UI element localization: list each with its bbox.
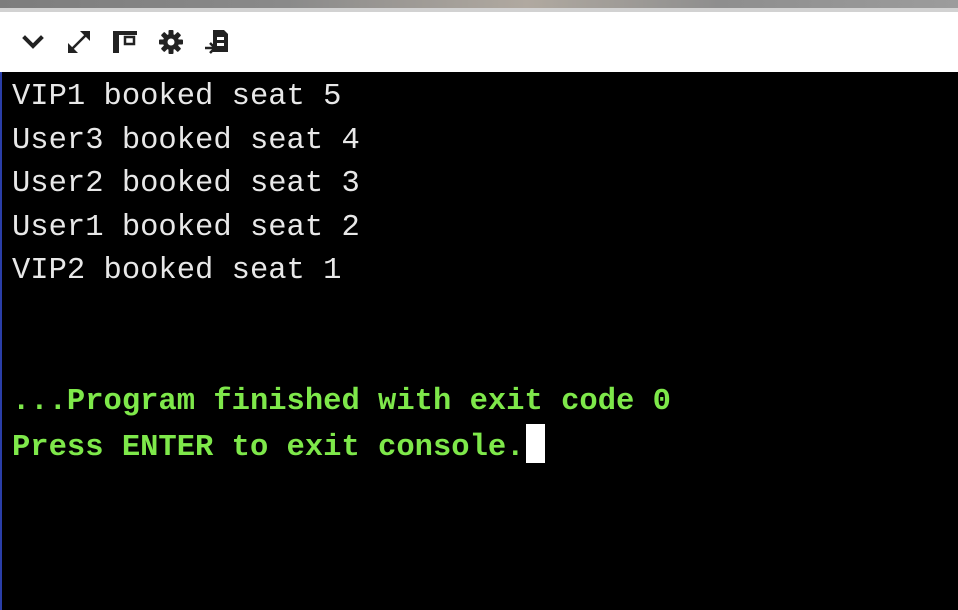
window-top-strip	[0, 0, 958, 12]
layout-toggle-button[interactable]	[109, 26, 141, 58]
output-line: User2 booked seat 3	[12, 167, 360, 201]
file-input-icon	[205, 30, 228, 54]
chevron-down-icon	[22, 35, 44, 49]
console-toolbar	[0, 12, 958, 72]
output-line: VIP2 booked seat 1	[12, 254, 342, 288]
console-output-panel[interactable]: VIP1 booked seat 5 User3 booked seat 4 U…	[0, 72, 958, 610]
expand-console-button[interactable]	[63, 26, 95, 58]
output-line: User3 booked seat 4	[12, 123, 360, 158]
exit-code-message: ...Program finished with exit code 0	[12, 384, 671, 419]
console-lines: VIP1 booked seat 5 User3 booked seat 4 U…	[12, 76, 948, 468]
output-line: VIP1 booked seat 5	[12, 80, 342, 114]
output-line: User1 booked seat 2	[12, 210, 360, 245]
online-compiler-window: VIP1 booked seat 5 User3 booked seat 4 U…	[0, 0, 958, 610]
exit-prompt-message: Press ENTER to exit console.	[12, 431, 525, 465]
text-cursor	[526, 424, 546, 463]
panel-layout-icon	[113, 31, 137, 53]
exit-prompt-line: Press ENTER to exit console.	[12, 424, 948, 468]
gear-icon	[159, 30, 183, 54]
expand-arrows-icon	[68, 31, 90, 53]
input-output-button[interactable]	[201, 26, 233, 58]
settings-button[interactable]	[155, 26, 187, 58]
collapse-console-button[interactable]	[17, 26, 49, 58]
